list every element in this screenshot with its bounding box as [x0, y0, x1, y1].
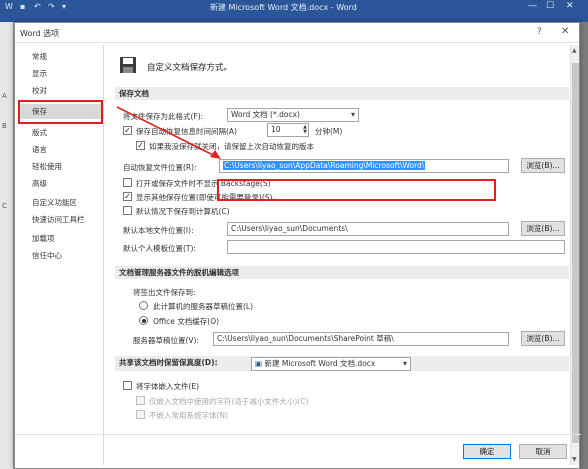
window-title: 新建 Microsoft Word 文档.docx - Word	[210, 3, 357, 12]
panel-glyph: B	[2, 122, 7, 130]
minimize-button[interactable]: —	[528, 1, 537, 11]
ribbon-strip	[0, 14, 588, 22]
section-offline-editing: 文档管理服务器文件的脱机编辑选项	[115, 266, 569, 279]
footer-divider	[15, 434, 581, 435]
nav-item-accessibility[interactable]: 轻松使用	[19, 159, 103, 174]
save-icon[interactable]: ▪	[20, 2, 25, 11]
word-title-bar: W ▪ ↶ ↷ ▾ 新建 Microsoft Word 文档.docx - Wo…	[0, 0, 588, 14]
server-drafts-radio[interactable]	[139, 301, 148, 310]
fidelity-label: 共享该文档时保留保真度(D):	[119, 358, 218, 367]
redo-icon[interactable]: ↷	[48, 2, 55, 11]
checkout-label: 将签出文件保存到:	[133, 288, 196, 297]
fidelity-document-select[interactable]: ▣ 新建 Microsoft Word 文档.docx	[251, 357, 411, 371]
scroll-up-icon[interactable]: ▲	[572, 47, 577, 54]
browse-drafts-button[interactable]: 浏览(B)...	[521, 331, 565, 346]
dialog-title: Word 选项	[20, 29, 60, 38]
scroll-down-icon[interactable]: ▼	[572, 456, 577, 463]
nav-item-proofing[interactable]: 校对	[19, 83, 103, 98]
nav-item-quick-access[interactable]: 快速访问工具栏	[19, 212, 103, 227]
customize-qat-icon[interactable]: ▾	[62, 2, 66, 11]
panel-glyph: A	[2, 92, 7, 100]
server-drafts-label: 此计算机的服务器草稿位置(L)	[153, 302, 254, 311]
save-to-computer-label: 默认情况下保存到计算机(C)	[136, 207, 230, 216]
template-location-input[interactable]	[227, 240, 565, 254]
word-backstage-panel: A B C	[0, 22, 14, 469]
ok-button[interactable]: 确定	[463, 444, 511, 459]
embed-used-chars-checkbox[interactable]	[136, 396, 145, 405]
nav-item-trust-center[interactable]: 信任中心	[19, 248, 103, 263]
close-window-button[interactable]: ✕	[566, 1, 574, 11]
restore-button[interactable]: ☐	[546, 1, 554, 11]
undo-icon[interactable]: ↶	[34, 2, 41, 11]
nav-item-advanced[interactable]: 高级	[19, 176, 103, 191]
close-dialog-button[interactable]: ✕	[561, 26, 569, 37]
nav-item-customize-ribbon[interactable]: 自定义功能区	[19, 195, 103, 210]
default-local-input[interactable]: C:\Users\liyao_sun\Documents\	[227, 222, 509, 236]
panel-glyph: C	[2, 202, 7, 210]
embed-used-chars-label: 仅嵌入文档中使用的字符(适于减小文件大小)(C)	[149, 397, 309, 406]
options-scrollbar[interactable]: ▲ ▼	[570, 45, 579, 465]
embed-fonts-checkbox[interactable]	[123, 381, 132, 390]
cancel-button[interactable]: 取消	[519, 444, 567, 459]
office-cache-label: Office 文档缓存(O)	[153, 317, 220, 326]
office-cache-radio[interactable]	[139, 316, 148, 325]
nav-item-addins[interactable]: 加载项	[19, 231, 103, 246]
template-location-label: 默认个人模板位置(T):	[123, 244, 196, 253]
save-to-computer-checkbox[interactable]	[123, 206, 132, 215]
embed-fonts-label: 将字体嵌入文件(E)	[136, 382, 200, 391]
fidelity-document-value: 新建 Microsoft Word 文档.docx	[264, 359, 376, 368]
no-common-fonts-label: 不嵌入常用系统字体(N)	[149, 411, 228, 420]
nav-item-general[interactable]: 常规	[19, 49, 103, 64]
default-local-label: 默认本地文件位置(I):	[123, 226, 194, 235]
nav-item-typography[interactable]: 版式	[19, 125, 103, 140]
save-options-panel: 自定义文档保存方式。 保存文档 将文件保存为此格式(F): Word 文档 (*…	[109, 45, 575, 465]
nav-item-display[interactable]: 显示	[19, 66, 103, 81]
word-logo-icon: W	[5, 2, 13, 11]
browse-default-local-button[interactable]: 浏览(B)...	[521, 221, 565, 236]
word-options-dialog: Word 选项 ? ✕ 常规 显示 校对 保存 版式 语言 轻松使用 高级 自定…	[14, 22, 581, 469]
drafts-location-label: 服务器草稿位置(V):	[133, 336, 200, 345]
nav-item-language[interactable]: 语言	[19, 142, 103, 157]
annotation-arrow-icon	[116, 106, 221, 159]
dialog-title-bar: Word 选项 ? ✕	[15, 23, 579, 43]
save-nav-highlight	[18, 100, 103, 124]
help-icon[interactable]: ?	[537, 27, 542, 37]
no-common-fonts-checkbox[interactable]	[136, 410, 145, 419]
scroll-thumb[interactable]	[572, 63, 579, 443]
drafts-location-input[interactable]: C:\Users\liyao_sun\Documents\SharePoint …	[213, 332, 509, 346]
